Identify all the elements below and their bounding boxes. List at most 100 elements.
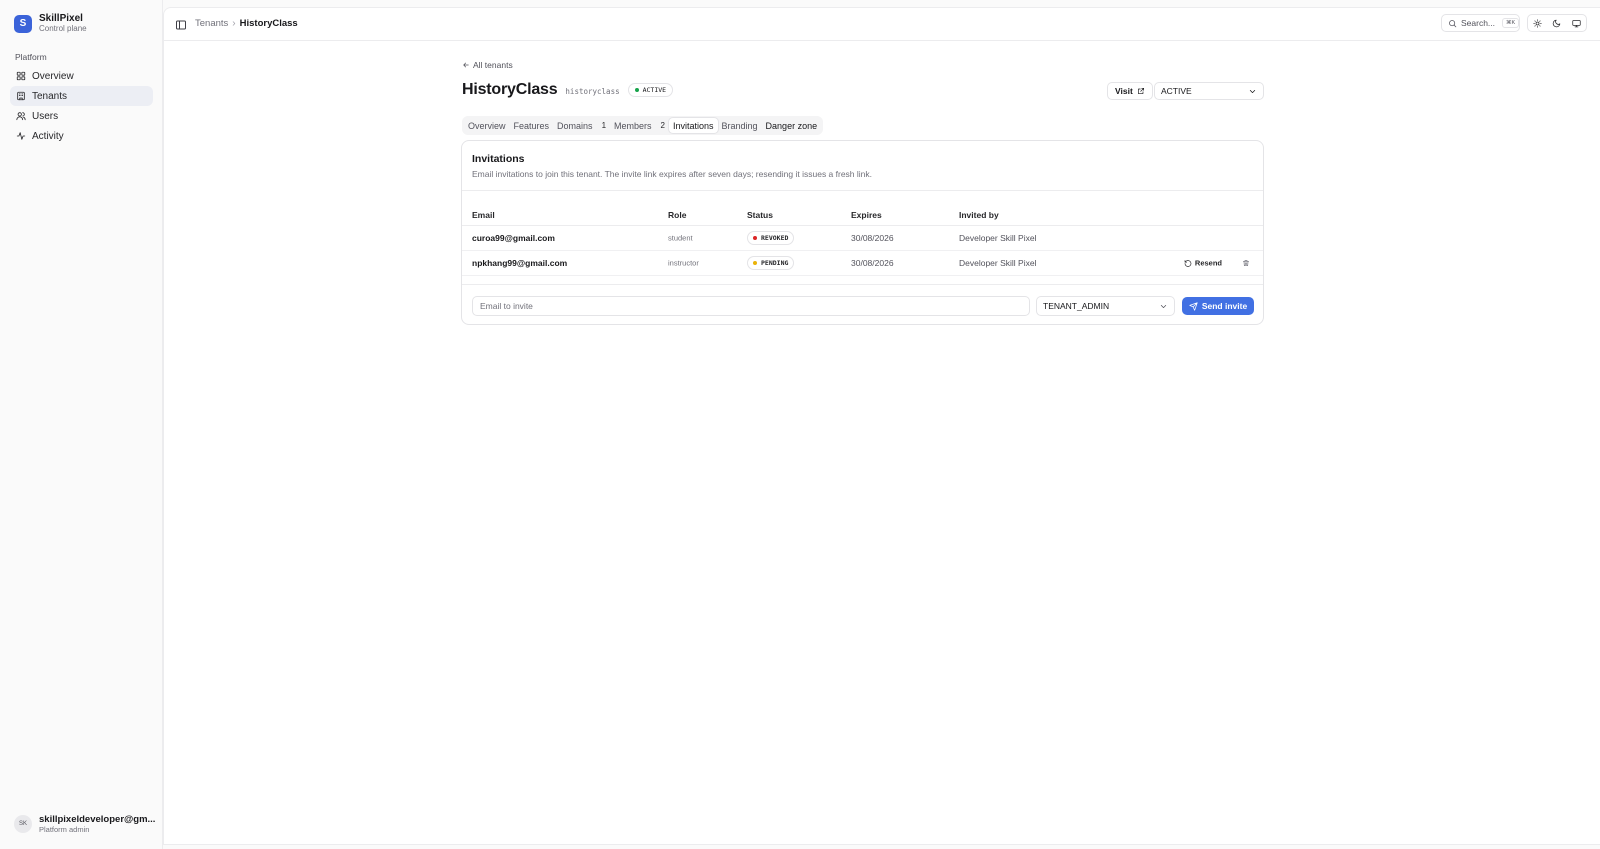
column-header: Expires bbox=[851, 209, 882, 220]
user-menu[interactable]: SK skillpixeldeveloper@gm... Platform ad… bbox=[14, 814, 155, 834]
user-email: skillpixeldeveloper@gm... bbox=[39, 814, 156, 825]
building-icon bbox=[16, 91, 26, 101]
arrow-left-icon bbox=[462, 61, 470, 69]
table-header: Email Role Status Expires Invited by bbox=[462, 204, 1263, 226]
breadcrumb-tenants[interactable]: Tenants bbox=[195, 18, 228, 29]
column-header: Email bbox=[472, 209, 495, 220]
tab-label: Overview bbox=[468, 120, 506, 131]
tab-invitations[interactable]: Invitations bbox=[668, 118, 718, 133]
layout-grid-icon bbox=[16, 71, 26, 81]
tab-members[interactable]: Members 2 bbox=[610, 118, 669, 133]
sidebar-item-label: Tenants bbox=[32, 90, 68, 102]
card-description: Email invitations to join this tenant. T… bbox=[472, 169, 873, 179]
tab-domains[interactable]: Domains 1 bbox=[553, 118, 610, 133]
visit-label: Visit bbox=[1115, 86, 1133, 96]
column-header: Invited by bbox=[959, 209, 999, 220]
status-dot bbox=[753, 261, 757, 265]
search-label: Search... bbox=[1461, 18, 1496, 28]
sidebar-item-activity[interactable]: Activity bbox=[10, 126, 153, 146]
invite-role: student bbox=[668, 233, 693, 243]
search-button[interactable]: Search... ⌘K bbox=[1441, 14, 1520, 32]
tab-count: 1 bbox=[601, 121, 607, 130]
tenant-slug: historyclass bbox=[565, 86, 620, 96]
sun-icon[interactable] bbox=[1528, 15, 1547, 31]
divider bbox=[462, 284, 1263, 285]
tab-label: Members bbox=[614, 120, 652, 131]
card-title: Invitations bbox=[472, 153, 525, 165]
monitor-icon[interactable] bbox=[1567, 15, 1586, 31]
tab-overview[interactable]: Overview bbox=[464, 118, 510, 133]
search-shortcut: ⌘K bbox=[1502, 18, 1520, 28]
status-badge-label: ACTIVE bbox=[642, 86, 667, 94]
moon-icon[interactable] bbox=[1547, 15, 1566, 31]
invitations-card: Invitations Email invitations to join th… bbox=[461, 140, 1264, 325]
page-title: HistoryClass bbox=[462, 81, 558, 98]
column-header: Status bbox=[747, 209, 773, 220]
back-link-label: All tenants bbox=[473, 60, 513, 70]
invite-role: instructor bbox=[668, 258, 699, 268]
invite-role-value: TENANT_ADMIN bbox=[1043, 301, 1110, 311]
sidebar-item-label: Users bbox=[32, 110, 59, 122]
sidebar-item-label: Overview bbox=[32, 70, 74, 82]
avatar: SK bbox=[14, 815, 32, 833]
tab-label: Invitations bbox=[672, 120, 714, 131]
status-label: PENDING bbox=[761, 259, 789, 267]
sidebar-item-tenants[interactable]: Tenants bbox=[10, 86, 153, 106]
invite-email-input[interactable] bbox=[472, 296, 1030, 316]
breadcrumb-current: HistoryClass bbox=[239, 18, 298, 29]
chevron-down-icon bbox=[1248, 87, 1257, 96]
sidebar: S SkillPixel Control plane Platform Over… bbox=[0, 0, 163, 849]
search-icon bbox=[1448, 19, 1457, 28]
tab-danger-zone[interactable]: Danger zone bbox=[762, 118, 822, 133]
status-select[interactable]: ACTIVE bbox=[1154, 82, 1264, 100]
tab-count: 2 bbox=[660, 121, 665, 130]
divider bbox=[462, 190, 1263, 191]
main-panel: Tenants › HistoryClass Search... ⌘K All … bbox=[163, 7, 1600, 845]
status-label: REVOKED bbox=[761, 234, 789, 242]
sidebar-item-overview[interactable]: Overview bbox=[10, 66, 153, 86]
invite-invited-by: Developer Skill Pixel bbox=[959, 258, 1037, 268]
chevron-down-icon bbox=[1159, 302, 1168, 311]
resend-button[interactable]: Resend bbox=[1184, 259, 1222, 268]
theme-switcher bbox=[1527, 14, 1587, 32]
invite-role-select[interactable]: TENANT_ADMIN bbox=[1036, 296, 1175, 316]
visit-button[interactable]: Visit bbox=[1107, 82, 1153, 100]
tenant-tabs: Overview Features Domains 1 Members 2 Invi… bbox=[462, 116, 824, 135]
table-row: curoa99@gmail.com student REVOKED 30/08/… bbox=[462, 226, 1263, 251]
invite-email: curoa99@gmail.com bbox=[472, 233, 555, 243]
brand[interactable]: S SkillPixel Control plane bbox=[14, 13, 87, 34]
topbar: Tenants › HistoryClass Search... ⌘K bbox=[164, 8, 1600, 41]
status-badge: PENDING bbox=[747, 256, 795, 270]
activity-icon bbox=[16, 131, 26, 141]
tab-label: Features bbox=[513, 120, 550, 131]
invite-expires: 30/08/2026 bbox=[851, 233, 894, 243]
sidebar-nav: Overview Tenants Users Activity bbox=[10, 66, 153, 146]
invite-expires: 30/08/2026 bbox=[851, 258, 894, 268]
sidebar-item-users[interactable]: Users bbox=[10, 106, 153, 126]
tab-branding[interactable]: Branding bbox=[718, 118, 762, 133]
back-link[interactable]: All tenants bbox=[462, 60, 513, 70]
tab-features[interactable]: Features bbox=[510, 118, 554, 133]
status-select-value: ACTIVE bbox=[1161, 86, 1192, 96]
brand-name: SkillPixel bbox=[39, 13, 83, 24]
send-invite-label: Send invite bbox=[1201, 301, 1248, 311]
tab-label: Domains bbox=[557, 120, 593, 131]
invite-email: npkhang99@gmail.com bbox=[472, 258, 568, 268]
nav-group-label: Platform bbox=[15, 52, 47, 62]
brand-subtitle: Control plane bbox=[39, 24, 87, 33]
user-role: Platform admin bbox=[39, 825, 90, 834]
status-dot bbox=[634, 88, 639, 92]
send-invite-button[interactable]: Send invite bbox=[1182, 297, 1254, 315]
status-badge: ACTIVE bbox=[627, 83, 674, 97]
send-icon bbox=[1189, 301, 1198, 311]
tenant-header: HistoryClass historyclass ACTIVE bbox=[462, 81, 674, 99]
brand-logo: S bbox=[14, 14, 32, 33]
external-link-icon bbox=[1137, 87, 1145, 95]
trash-icon[interactable] bbox=[1242, 259, 1250, 267]
tab-label: Danger zone bbox=[765, 120, 818, 131]
invite-invited-by: Developer Skill Pixel bbox=[959, 233, 1037, 243]
status-badge: REVOKED bbox=[747, 231, 795, 245]
table-row: npkhang99@gmail.com instructor PENDING 3… bbox=[462, 251, 1263, 276]
status-dot bbox=[753, 236, 757, 240]
sidebar-toggle-icon[interactable] bbox=[175, 19, 187, 31]
